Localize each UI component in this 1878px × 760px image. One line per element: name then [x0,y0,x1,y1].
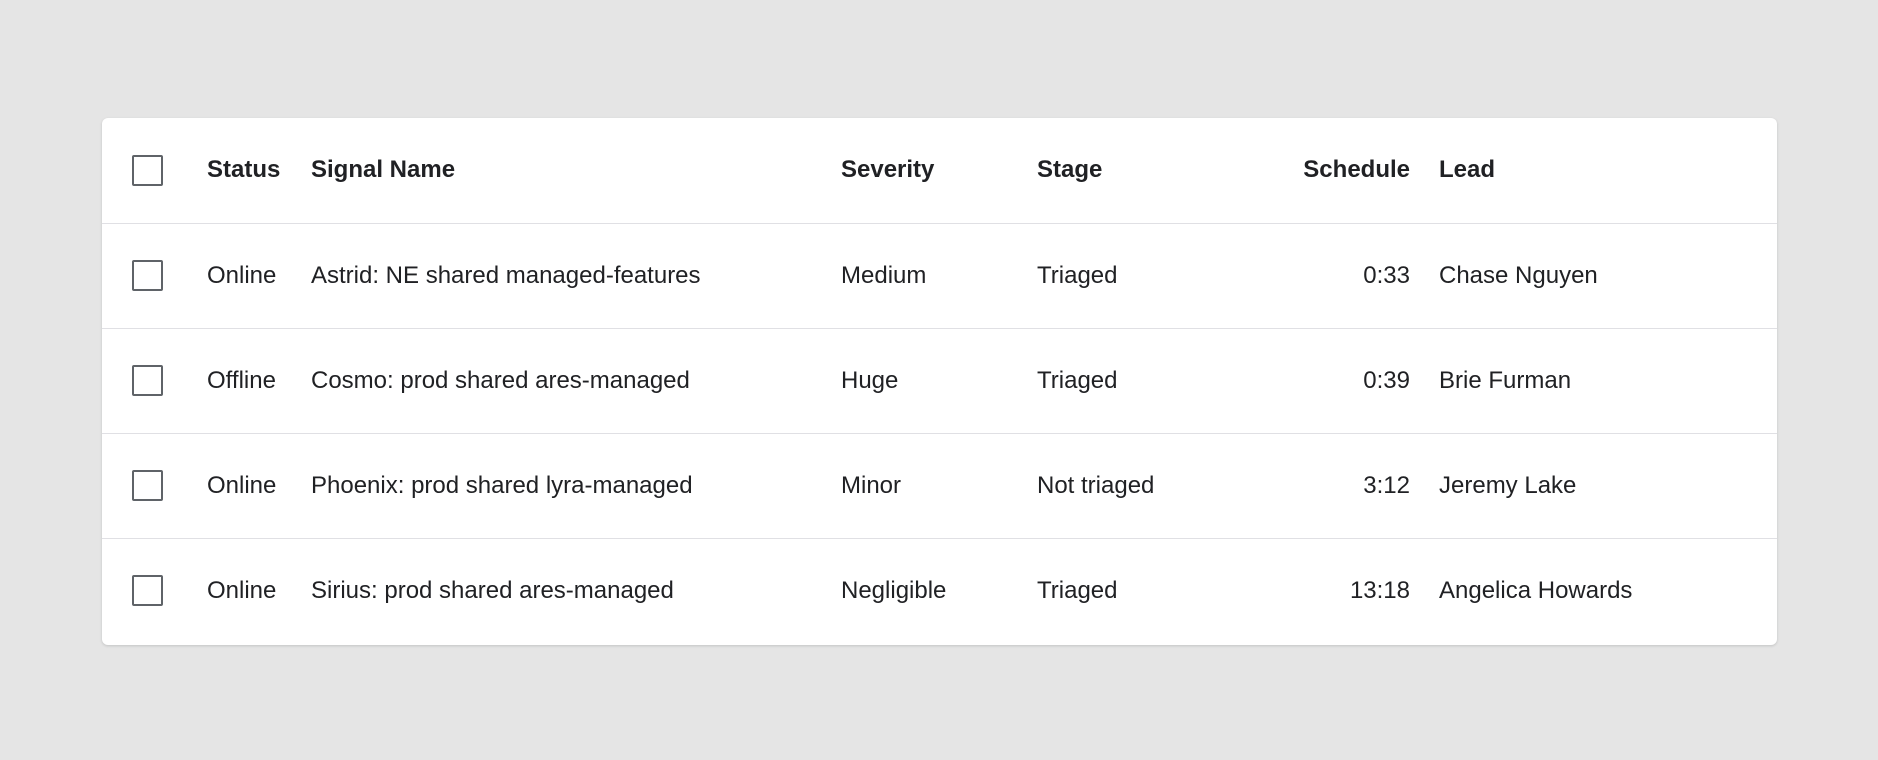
row-cell-status: Online [206,538,310,643]
row-checkbox-icon[interactable] [132,260,163,291]
row-cell-schedule: 13:18 [1232,538,1438,643]
page-root: Status Signal Name Severity Stage Schedu… [0,0,1878,760]
header-cell-signal-name[interactable]: Signal Name [310,118,840,223]
header-cell-status[interactable]: Status [206,118,310,223]
row-cell-select [102,433,206,538]
row-cell-stage: Triaged [1036,538,1232,643]
row-cell-stage: Triaged [1036,328,1232,433]
row-cell-status: Offline [206,328,310,433]
row-cell-schedule: 0:33 [1232,223,1438,328]
header-cell-lead[interactable]: Lead [1438,118,1777,223]
row-cell-status: Online [206,223,310,328]
table-row[interactable]: Offline Cosmo: prod shared ares-managed … [102,328,1777,433]
row-cell-severity: Minor [840,433,1036,538]
header-cell-select [102,118,206,223]
row-cell-signal-name[interactable]: Phoenix: prod shared lyra-managed [310,433,840,538]
row-cell-lead: Brie Furman [1438,328,1777,433]
row-cell-severity: Medium [840,223,1036,328]
row-checkbox-icon[interactable] [132,575,163,606]
row-cell-signal-name[interactable]: Astrid: NE shared managed-features [310,223,840,328]
row-cell-severity: Negligible [840,538,1036,643]
row-cell-lead: Angelica Howards [1438,538,1777,643]
row-cell-severity: Huge [840,328,1036,433]
header-cell-schedule[interactable]: Schedule [1232,118,1438,223]
table-header: Status Signal Name Severity Stage Schedu… [102,118,1777,223]
select-all-checkbox-icon[interactable] [132,155,163,186]
row-checkbox-icon[interactable] [132,365,163,396]
row-checkbox-icon[interactable] [132,470,163,501]
signal-table-card: Status Signal Name Severity Stage Schedu… [102,118,1777,645]
table-header-row: Status Signal Name Severity Stage Schedu… [102,118,1777,223]
table-body: Online Astrid: NE shared managed-feature… [102,223,1777,643]
row-cell-select [102,328,206,433]
table-row[interactable]: Online Sirius: prod shared ares-managed … [102,538,1777,643]
header-cell-severity[interactable]: Severity [840,118,1036,223]
row-cell-stage: Triaged [1036,223,1232,328]
row-cell-select [102,538,206,643]
row-cell-lead: Chase Nguyen [1438,223,1777,328]
row-cell-stage: Not triaged [1036,433,1232,538]
signal-table: Status Signal Name Severity Stage Schedu… [102,118,1777,643]
row-cell-schedule: 0:39 [1232,328,1438,433]
row-cell-schedule: 3:12 [1232,433,1438,538]
row-cell-signal-name[interactable]: Cosmo: prod shared ares-managed [310,328,840,433]
row-cell-status: Online [206,433,310,538]
row-cell-signal-name[interactable]: Sirius: prod shared ares-managed [310,538,840,643]
header-cell-stage[interactable]: Stage [1036,118,1232,223]
table-row[interactable]: Online Astrid: NE shared managed-feature… [102,223,1777,328]
table-row[interactable]: Online Phoenix: prod shared lyra-managed… [102,433,1777,538]
row-cell-lead: Jeremy Lake [1438,433,1777,538]
row-cell-select [102,223,206,328]
